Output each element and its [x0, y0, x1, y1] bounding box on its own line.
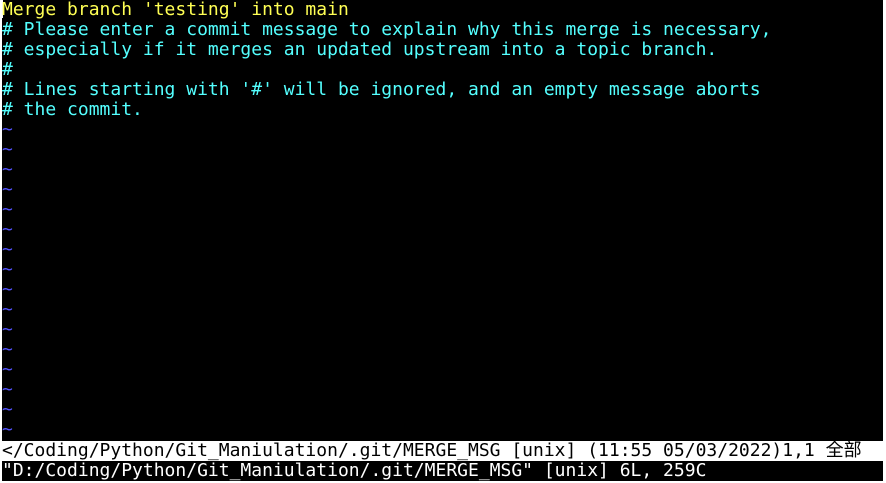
empty-line-marker: ~	[2, 159, 13, 180]
vim-terminal-window: Merge branch 'testing' into main # Pleas…	[0, 0, 886, 483]
empty-line-marker: ~	[2, 219, 13, 240]
comment-line: #	[2, 59, 13, 80]
comment-line: # Lines starting with '#' will be ignore…	[2, 79, 761, 100]
vim-command-line[interactable]: "D:/Coding/Python/Git_Maniulation/.git/M…	[2, 461, 883, 481]
empty-line-marker: ~	[2, 239, 13, 260]
empty-line-marker: ~	[2, 379, 13, 400]
empty-line-marker: ~	[2, 119, 13, 140]
empty-line-marker: ~	[2, 199, 13, 220]
comment-line: # the commit.	[2, 99, 143, 120]
empty-line-marker: ~	[2, 359, 13, 380]
empty-line-marker: ~	[2, 339, 13, 360]
commit-message-text: Merge branch 'testing' into main	[2, 0, 349, 20]
empty-line-marker: ~	[2, 299, 13, 320]
empty-line-marker: ~	[2, 279, 13, 300]
comment-line: # especially if it merges an updated ups…	[2, 39, 718, 60]
empty-line-marker: ~	[2, 319, 13, 340]
empty-line-marker: ~	[2, 179, 13, 200]
editor-text-area[interactable]: Merge branch 'testing' into main # Pleas…	[2, 0, 883, 441]
commit-message-line[interactable]: Merge branch 'testing' into main	[2, 0, 883, 20]
empty-line-marker: ~	[2, 419, 13, 440]
empty-line-marker: ~	[2, 259, 13, 280]
empty-line-marker: ~	[2, 139, 13, 160]
empty-line-marker: ~	[2, 399, 13, 420]
comment-line: # Please enter a commit message to expla…	[2, 19, 772, 40]
vim-status-line: </Coding/Python/Git_Maniulation/.git/MER…	[2, 441, 883, 461]
